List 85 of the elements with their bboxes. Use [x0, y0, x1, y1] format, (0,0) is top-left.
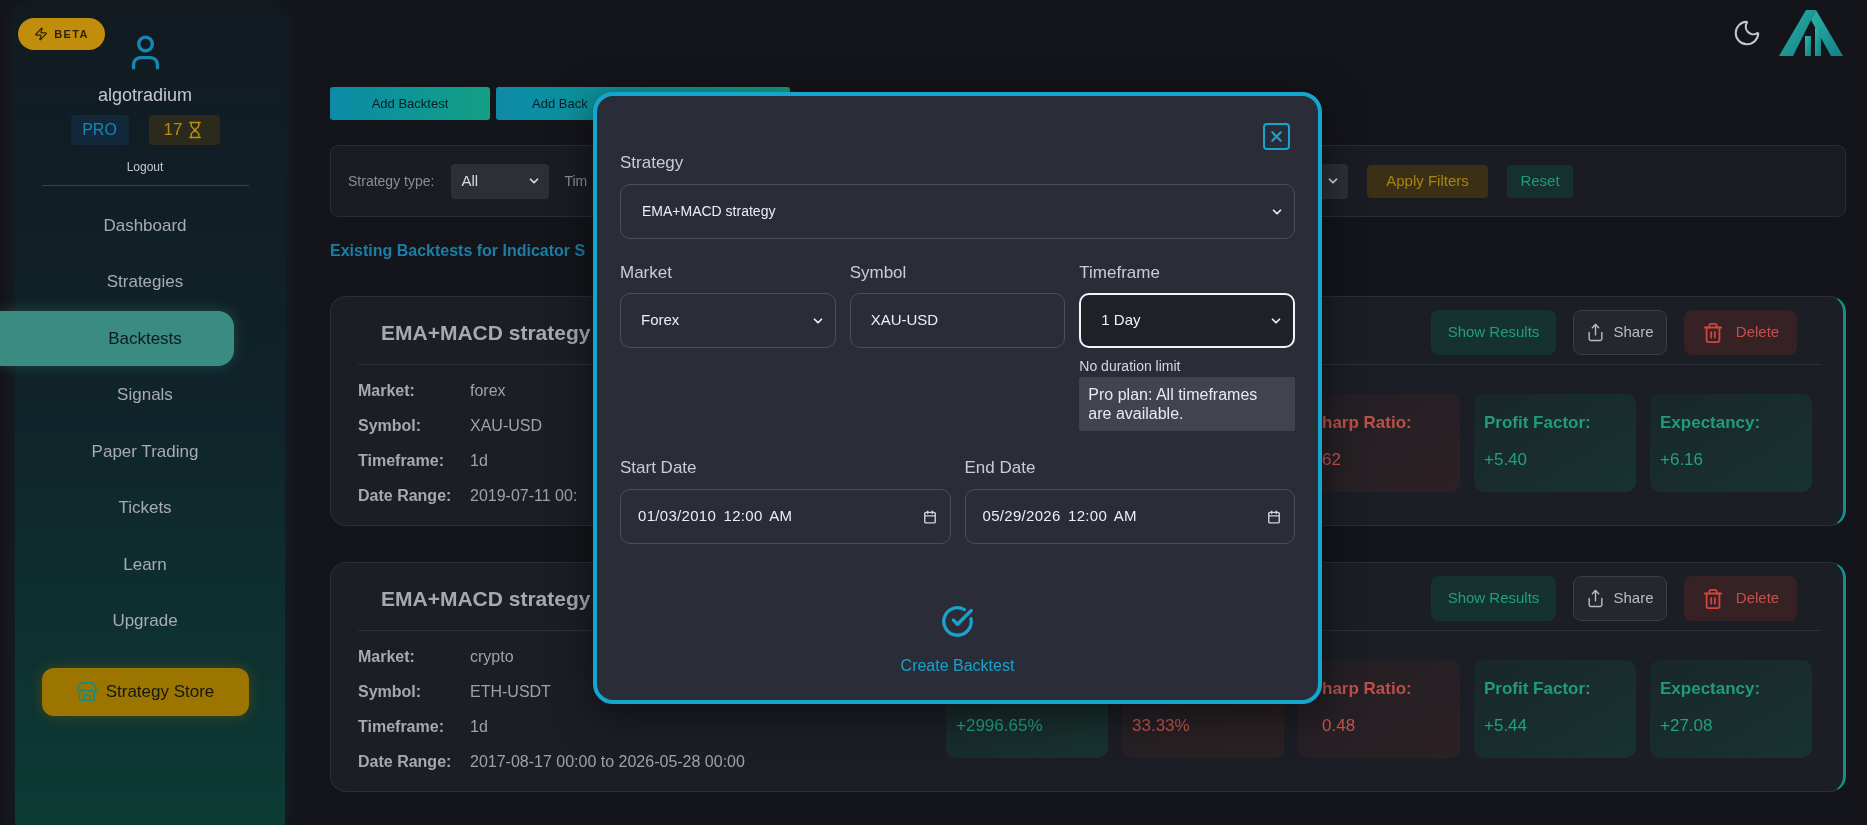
metric-value: +6.16: [1660, 450, 1704, 470]
section-title: Existing Backtests for Indicator S: [330, 241, 587, 261]
strategy-store-button[interactable]: Strategy Store: [41, 668, 249, 716]
detail-value: 2017-08-17 00:00 to 2026-05-28 00:00: [470, 751, 745, 772]
detail-value: forex: [470, 380, 507, 401]
create-backtest-button[interactable]: Create Backtest: [900, 605, 1015, 676]
reset-filter-button[interactable]: Reset: [1507, 164, 1573, 198]
metric-label: harp Ratio:: [1322, 679, 1413, 699]
detail-label: Date Range:: [358, 751, 453, 772]
date-field[interactable]: 05/29/2026 12:00 AM: [964, 489, 1295, 544]
add-backtest-button[interactable]: Add Backtest: [330, 87, 490, 120]
field-label: End Date: [964, 458, 1037, 478]
calendar-icon: [1267, 509, 1281, 524]
nav-item[interactable]: Paper Trading: [0, 424, 234, 479]
results-button[interactable]: Show Results: [1431, 576, 1556, 621]
nav-item[interactable]: Learn: [0, 537, 234, 592]
share-button[interactable]: Share: [1573, 310, 1667, 355]
detail-label: Timeframe:: [358, 716, 445, 737]
close-icon: [1268, 128, 1285, 145]
detail-label: Market:: [358, 646, 416, 667]
strategy-type-select[interactable]: All: [451, 163, 550, 199]
detail-value: 2019-07-11 00:: [470, 485, 578, 506]
apply-filter-button[interactable]: Apply Filters: [1367, 164, 1488, 198]
metric-value: 0.48: [1322, 716, 1357, 736]
detail-value: crypto: [470, 646, 515, 667]
credits-count: 17: [163, 119, 183, 142]
logo-icon: [1779, 10, 1843, 56]
nav-item[interactable]: Strategies: [0, 254, 234, 309]
share-button[interactable]: Share: [1573, 576, 1667, 621]
beta-label: BETA: [54, 26, 89, 42]
field-label: Symbol: [849, 263, 908, 283]
close-button[interactable]: [1263, 123, 1290, 150]
trash-icon: [1701, 321, 1724, 344]
dropdown-field[interactable]: 1 Day: [1079, 293, 1295, 348]
share-icon: [1586, 323, 1606, 342]
strategy-select[interactable]: EMA+MACD strategy: [620, 184, 1295, 239]
username: algotradium: [97, 84, 193, 106]
metric-label: Expectancy:: [1660, 679, 1762, 699]
metric-label: Profit Factor:: [1484, 679, 1592, 699]
detail-label: Symbol:: [358, 415, 423, 436]
metric-label: Profit Factor:: [1484, 413, 1592, 433]
dropdown-field[interactable]: Forex: [620, 293, 836, 348]
calendar-icon: [922, 509, 937, 524]
nav-item[interactable]: Upgrade: [0, 593, 234, 648]
info-tooltip: Pro plan: All timeframes are available.: [1079, 377, 1295, 431]
metric-value: +5.44: [1484, 716, 1528, 736]
detail-label: Timeframe:: [358, 450, 445, 471]
metric-value: 33.33%: [1132, 716, 1191, 736]
metric-value: 62: [1322, 450, 1342, 470]
filter-label: Strategy type:: [348, 171, 435, 191]
date-field[interactable]: 01/03/2010 12:00 AM: [620, 489, 951, 544]
nav-item[interactable]: Backtests: [0, 311, 234, 366]
check-circle-icon: [941, 605, 974, 638]
logout-link[interactable]: Logout: [126, 160, 164, 175]
field-label: Market: [620, 263, 673, 283]
nav-item[interactable]: Signals: [0, 367, 234, 422]
metric-label: Expectancy:: [1660, 413, 1762, 433]
card-title: EMA+MACD strategy: [380, 319, 591, 346]
metric-label: harp Ratio:: [1322, 413, 1413, 433]
lightning-icon: [34, 27, 49, 41]
field-label: Strategy: [620, 153, 685, 173]
input-field[interactable]: XAU-USD: [849, 293, 1066, 348]
detail-label: Date Range:: [358, 485, 453, 506]
trash-icon: [1701, 587, 1724, 610]
metric-value: +5.40: [1484, 450, 1528, 470]
nav-item[interactable]: Dashboard: [0, 198, 234, 253]
detail-value: XAU-USD: [470, 415, 543, 436]
detail-label: Symbol:: [358, 681, 423, 702]
plan-badge: PRO: [70, 115, 129, 145]
detail-value: ETH-USDT: [470, 681, 552, 702]
share-icon: [1586, 589, 1606, 608]
metric-value: +27.08: [1660, 716, 1714, 736]
nav-item[interactable]: Tickets: [0, 480, 234, 535]
results-button[interactable]: Show Results: [1431, 310, 1556, 355]
card-title: EMA+MACD strategy: [380, 585, 591, 612]
detail-value: 1d: [470, 716, 489, 737]
field-label: Start Date: [620, 458, 698, 478]
field-hint: No duration limit: [1079, 358, 1182, 375]
detail-label: Market:: [358, 380, 416, 401]
field-label: Timeframe: [1079, 263, 1161, 283]
store-icon: [75, 681, 98, 703]
metric-value: +2996.65%: [956, 716, 1044, 736]
filter-label: Tim: [564, 171, 588, 191]
detail-value: 1d: [470, 450, 489, 471]
moon-icon[interactable]: [1732, 18, 1762, 48]
